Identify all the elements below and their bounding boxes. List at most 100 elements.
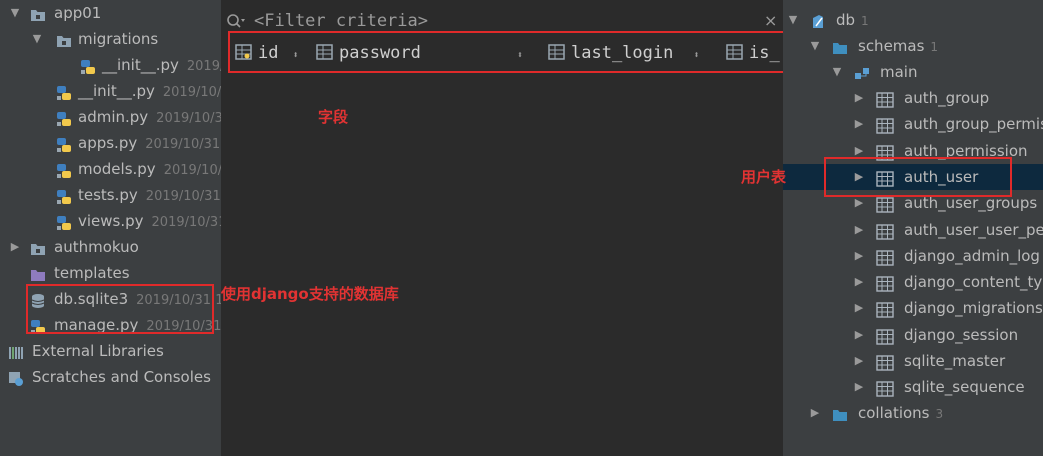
table-icon (876, 248, 894, 266)
collapse-arrow-icon[interactable]: ▶ (852, 217, 866, 243)
project-tree-item[interactable]: ▶ authmokuo (0, 234, 221, 260)
table-data-view: <Filter criteria> × id ⬍ password ⬍ last_log… (221, 0, 783, 456)
project-tree-item[interactable]: __init__.py 2019/ (0, 52, 221, 78)
table-icon (876, 327, 894, 345)
table-node[interactable]: ▶ sqlite_master (783, 348, 1043, 374)
item-count-badge: 3 (935, 407, 944, 421)
table-icon (876, 222, 894, 240)
collapse-arrow-icon[interactable]: ▶ (852, 374, 866, 400)
project-tree-item[interactable]: ▶Scratches and Consoles (0, 364, 221, 390)
project-tree-item[interactable]: ▼ app01 (0, 0, 221, 26)
python-file-icon (80, 57, 96, 74)
python-file-icon (56, 213, 72, 230)
expand-arrow-icon[interactable]: ▼ (8, 0, 22, 26)
db-tree-label: django_admin_log (904, 246, 1040, 265)
project-tree-item[interactable]: admin.py 2019/10/3 (0, 104, 221, 130)
db-tree-label: auth_group_permis (904, 115, 1043, 134)
table-icon (876, 300, 894, 319)
db-tree-label: db (836, 11, 856, 29)
db-tree-label: collations (858, 404, 930, 422)
db-tree-label: django_content_ty (904, 273, 1043, 292)
project-tree-item[interactable]: templates (0, 260, 221, 286)
collations-node[interactable]: ▶ collations 3 (783, 400, 1043, 426)
folder-icon (56, 31, 72, 47)
schemas-node[interactable]: ▼ schemas 1 (783, 33, 1043, 59)
db-tree-label: django_session (904, 325, 1019, 344)
table-node[interactable]: ▶ sqlite_sequence (783, 374, 1043, 400)
schema-icon (854, 64, 870, 80)
table-icon (876, 353, 894, 371)
main-schema-node[interactable]: ▼ main (783, 59, 1043, 85)
db-file-highlight-box (26, 284, 214, 334)
python-file-icon (56, 109, 72, 126)
project-tree-item[interactable]: __init__.py 2019/10/3 (0, 78, 221, 104)
project-tree-item[interactable]: models.py 2019/10/ (0, 156, 221, 182)
expand-arrow-icon[interactable]: ▼ (786, 7, 800, 33)
project-tree-item[interactable]: tests.py 2019/10/31 (0, 182, 221, 208)
table-icon (876, 274, 894, 292)
file-modified-date: 2019/10/31 (145, 137, 221, 152)
collapse-arrow-icon[interactable]: ▶ (808, 400, 822, 426)
table-node[interactable]: ▶ django_content_ty (783, 269, 1043, 295)
project-tree-item-label: app01 (54, 4, 102, 22)
project-tree-item-label: models.py (78, 160, 156, 178)
db-note-annotation: 使用django支持的数据库 (221, 285, 399, 303)
collapse-arrow-icon[interactable]: ▶ (8, 234, 22, 260)
db-tree-label: sqlite_master (904, 352, 1006, 370)
user-table-highlight-box (824, 157, 1012, 197)
library-icon (8, 343, 24, 359)
db-tree-label: sqlite_sequence (904, 378, 1025, 397)
project-tree-item[interactable]: views.py 2019/10/31 (0, 208, 221, 234)
table-node[interactable]: ▶ django_admin_log (783, 243, 1043, 269)
project-tree-item[interactable]: ▶External Libraries (0, 338, 221, 364)
collapse-arrow-icon[interactable]: ▶ (852, 85, 866, 111)
project-tree-item[interactable]: apps.py 2019/10/31 (0, 130, 221, 156)
table-node[interactable]: ▶ auth_group (783, 85, 1043, 111)
project-tree-item-label: __init__.py (102, 56, 179, 74)
schemas-folder-icon (832, 405, 848, 421)
project-tree-item-label: __init__.py (78, 82, 155, 100)
project-tree-item-label: admin.py (78, 108, 149, 126)
db-tree-label: auth_group (904, 89, 990, 107)
collapse-arrow-icon[interactable]: ▶ (852, 243, 866, 269)
db-tree-label: django_migrations (904, 299, 1043, 318)
project-tree-panel: ▼ app01 ▼ migrations __init__.py 2019/__init_… (0, 0, 221, 456)
project-tree-item-label: tests.py (78, 186, 138, 204)
collapse-arrow-icon[interactable]: ▶ (852, 295, 866, 321)
db-tree-label: auth_user_user_per (904, 220, 1043, 239)
python-file-icon (56, 187, 72, 204)
db-root-node[interactable]: ▼ db 1 (783, 7, 1043, 33)
project-tree-item-label: authmokuo (54, 238, 139, 256)
scratches-icon (8, 369, 24, 386)
table-node[interactable]: ▶ auth_user_user_per (783, 217, 1043, 243)
expand-arrow-icon[interactable]: ▼ (830, 59, 844, 85)
table-node[interactable]: ▶ django_session (783, 322, 1043, 348)
table-icon (876, 90, 894, 108)
expand-arrow-icon[interactable]: ▼ (808, 33, 822, 59)
table-icon (876, 379, 894, 397)
file-modified-date: 2019/ (186, 59, 221, 74)
python-file-icon (56, 83, 72, 100)
collapse-arrow-icon[interactable]: ▶ (852, 269, 866, 295)
python-file-icon (56, 135, 72, 152)
project-tree-item-label: views.py (78, 212, 144, 230)
project-tree-item-label: apps.py (78, 134, 138, 152)
table-node[interactable]: ▶ django_migrations (783, 295, 1043, 321)
expand-arrow-icon[interactable]: ▼ (30, 26, 44, 52)
fields-highlight-box (228, 31, 783, 73)
db-tree-label: main (880, 63, 918, 81)
project-tree-item-label: templates (54, 264, 130, 282)
user-table-annotation: 用户表 (741, 168, 787, 186)
project-tree-item-label: Scratches and Consoles (32, 368, 211, 386)
collapse-arrow-icon[interactable]: ▶ (852, 348, 866, 374)
item-count-badge: 1 (930, 40, 939, 54)
table-node[interactable]: ▶ auth_group_permis (783, 111, 1043, 137)
item-count-badge: 1 (861, 14, 869, 28)
collapse-arrow-icon[interactable]: ▶ (852, 322, 866, 348)
search-filter-icon (227, 14, 245, 28)
folder-icon (30, 5, 46, 21)
fields-annotation: 字段 (318, 108, 349, 126)
collapse-arrow-icon[interactable]: ▶ (852, 111, 866, 137)
python-file-icon (56, 161, 72, 178)
project-tree-item[interactable]: ▼ migrations (0, 26, 221, 52)
